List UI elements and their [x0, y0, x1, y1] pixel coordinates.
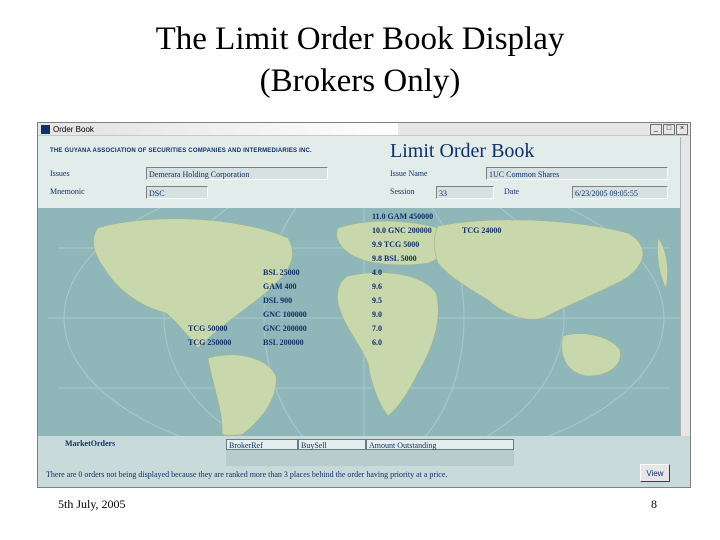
price-level: 9.0: [372, 310, 382, 319]
bid-row[interactable]: GAM 400: [263, 282, 297, 291]
maximize-button[interactable]: □: [663, 124, 675, 135]
ask-row[interactable]: 11.0 GAM 450000: [372, 212, 433, 221]
date-field[interactable]: 6/23/2005 09:05:55: [572, 186, 668, 199]
issue-name-label: Issue Name: [390, 169, 428, 178]
close-button[interactable]: ×: [676, 124, 688, 135]
price-level: 9.6: [372, 282, 382, 291]
bid-row-left[interactable]: TCG 50000: [188, 324, 227, 333]
page-number: 8: [651, 497, 657, 511]
slide-title-line1: The Limit Order Book Display: [155, 21, 565, 57]
slide-title: The Limit Order Book Display (Brokers On…: [0, 18, 720, 102]
app-icon: [41, 124, 50, 134]
ask-row[interactable]: 9.9 TCG 5000: [372, 240, 419, 249]
ask-row-extra[interactable]: TCG 24000: [462, 226, 501, 235]
bid-row[interactable]: BSL 200000: [263, 338, 304, 347]
association-name: THE GUYANA ASSOCIATION OF SECURITIES COM…: [50, 148, 312, 154]
window-title: Order Book: [53, 124, 94, 134]
price-level: 9.5: [372, 296, 382, 305]
view-button[interactable]: View: [640, 464, 670, 482]
bid-row[interactable]: DSL 900: [263, 296, 292, 305]
order-book-window: Order Book _ □ × THE GUYANA ASSOCIATION …: [37, 122, 691, 488]
ask-row[interactable]: 9.8 BSL 5000: [372, 254, 417, 263]
limit-order-book-heading: Limit Order Book: [390, 140, 535, 162]
market-orders-grid[interactable]: [226, 450, 514, 466]
bid-row[interactable]: GNC 200000: [263, 324, 307, 333]
bid-row[interactable]: BSL 25000: [263, 268, 300, 277]
market-orders-panel: MarketOrders BrokerRef BuySell Amount Ou…: [38, 436, 690, 487]
vertical-scrollbar[interactable]: [680, 137, 690, 436]
order-book-header: THE GUYANA ASSOCIATION OF SECURITIES COM…: [38, 136, 690, 208]
mnemonic-label: Mnemonic: [50, 187, 85, 196]
market-orders-label: MarketOrders: [65, 439, 116, 448]
world-map-background: [38, 208, 690, 436]
column-header-brokerref[interactable]: BrokerRef: [226, 439, 298, 450]
session-field[interactable]: 33: [436, 186, 494, 199]
issue-name-field[interactable]: 1UC Common Shares: [486, 167, 668, 180]
bid-row-left[interactable]: TCG 250000: [188, 338, 231, 347]
price-level: 4.0: [372, 268, 382, 277]
slide-title-line2: (Brokers Only): [259, 63, 461, 99]
column-header-buysell[interactable]: BuySell: [298, 439, 366, 450]
date-label: Date: [504, 187, 520, 196]
issues-label: Issues: [50, 169, 70, 178]
session-label: Session: [390, 187, 415, 196]
minimize-button[interactable]: _: [650, 124, 662, 135]
column-header-amount-outstanding[interactable]: Amount Outstanding: [366, 439, 514, 450]
price-level: 7.0: [372, 324, 382, 333]
price-level: 6.0: [372, 338, 382, 347]
ask-row[interactable]: 10.0 GNC 200000: [372, 226, 432, 235]
bid-row[interactable]: GNC 100000: [263, 310, 307, 319]
footer-date: 5th July, 2005: [58, 497, 126, 511]
hidden-orders-note: There are 0 orders not being displayed b…: [46, 470, 448, 479]
mnemonic-field[interactable]: DSC: [146, 186, 208, 199]
issues-field[interactable]: Demerara Holding Corporation: [146, 167, 328, 180]
window-titlebar[interactable]: Order Book _ □ ×: [38, 123, 690, 136]
